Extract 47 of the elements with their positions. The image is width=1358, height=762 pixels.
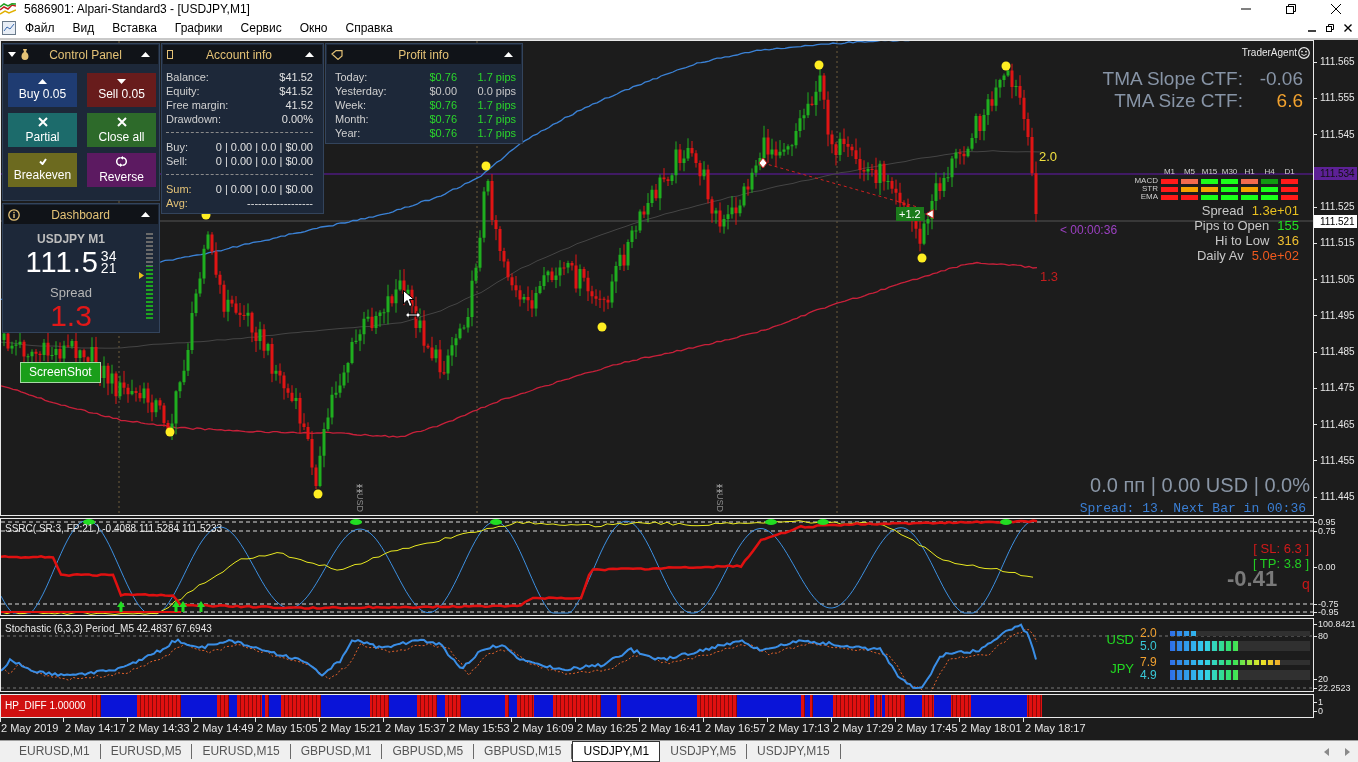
chart-tab[interactable]: EURUSD,M1: [9, 744, 101, 759]
price-label: 111.545: [1314, 128, 1355, 141]
indicator-title: HP_DIFF 1.00000: [1, 695, 90, 717]
document-chart-icon[interactable]: [2, 21, 16, 35]
scroll-left-icon[interactable]: [1324, 747, 1329, 756]
restore-icon: [1326, 24, 1334, 32]
chart-tab[interactable]: EURUSD,M5: [100, 744, 193, 759]
menu-item[interactable]: Вставка: [103, 19, 166, 37]
menu-item[interactable]: Окно: [290, 19, 337, 37]
price-label: 111.525: [1314, 201, 1355, 213]
scale-label: 0.00: [1314, 562, 1336, 572]
close-icon: [1330, 4, 1341, 14]
chart-tab[interactable]: GBPUSD,M5: [382, 744, 475, 759]
menu-item[interactable]: Файл: [16, 19, 64, 37]
scale-label: 80: [1314, 631, 1328, 641]
price-label: 111.445: [1314, 491, 1355, 503]
restore-icon: [1285, 4, 1296, 14]
menu-item[interactable]: Графики: [165, 19, 232, 37]
scroll-right-icon[interactable]: [1345, 747, 1350, 756]
scale-label: 100.8421: [1314, 619, 1356, 629]
chart-tab[interactable]: USDJPY,M1: [572, 741, 661, 762]
scale-label: 0.75: [1314, 526, 1336, 536]
scale-label: 22.2523: [1314, 683, 1351, 693]
price-label: 111.465: [1314, 418, 1355, 431]
price-label: 111.565: [1314, 56, 1355, 68]
price-label: 111.495: [1314, 309, 1355, 322]
price-label: 111.505: [1314, 273, 1355, 286]
chart-tab[interactable]: USDJPY,M15: [747, 744, 841, 759]
price-marker: 111.534: [1314, 167, 1357, 180]
chart-tab[interactable]: GBPUSD,M1: [290, 744, 383, 759]
menu-item[interactable]: Сервис: [231, 19, 291, 37]
price-label: 111.455: [1314, 454, 1355, 467]
price-marker: 111.521: [1314, 215, 1357, 228]
close-icon: [1344, 24, 1352, 32]
scale-label: 0: [1314, 706, 1323, 716]
menu-item[interactable]: Вид: [63, 19, 104, 37]
window-title: 5686901: Alpari-Standard3 - [USDJPY,M1]: [24, 1, 250, 18]
chart-lines-icon: [0, 3, 16, 15]
scale-label: 20: [1314, 674, 1328, 684]
scale-label: 1: [1314, 697, 1323, 707]
chart-tab[interactable]: EURUSD,M15: [192, 744, 291, 759]
scale-label: -0.75: [1314, 599, 1339, 609]
price-label: 111.485: [1314, 346, 1355, 358]
scale-label: -0.95: [1314, 607, 1339, 617]
chart-tab[interactable]: USDJPY,M5: [660, 744, 748, 759]
menu-item[interactable]: Справка: [336, 19, 402, 37]
scale-label: 0.95: [1314, 517, 1336, 527]
